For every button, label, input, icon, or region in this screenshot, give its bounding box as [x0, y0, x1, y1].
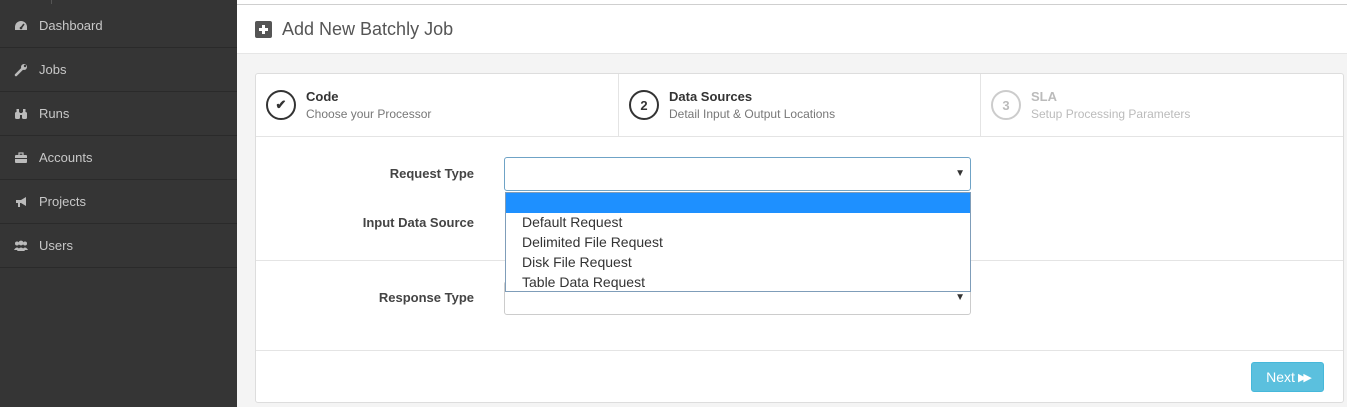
sidebar-item-accounts[interactable]: Accounts	[0, 136, 237, 180]
step-marker: 3	[991, 90, 1021, 120]
input-data-source-label: Input Data Source	[362, 215, 474, 230]
next-button[interactable]: Next ▶▶	[1251, 362, 1324, 392]
sidebar-item-projects[interactable]: Projects	[0, 180, 237, 224]
page-header: Add New Batchly Job	[237, 5, 1347, 54]
dropdown-option-default-request[interactable]: Default Request	[506, 212, 970, 232]
response-type-label: Response Type	[378, 290, 474, 305]
request-type-dropdown: Default Request Delimited File Request D…	[505, 192, 971, 292]
sidebar-item-dashboard[interactable]: Dashboard	[0, 4, 237, 48]
sidebar-item-jobs[interactable]: Jobs	[0, 48, 237, 92]
step-title: Data Sources	[669, 89, 753, 104]
briefcase-icon	[13, 150, 29, 166]
step-description: Detail Input & Output Locations	[669, 107, 836, 121]
caret-down-icon: ▼	[955, 168, 965, 179]
dropdown-option-disk-file-request[interactable]: Disk File Request	[506, 252, 970, 272]
step-description: Choose your Processor	[306, 107, 432, 121]
request-type-select[interactable]: ▼	[504, 157, 971, 191]
request-type-label: Request Type	[389, 166, 474, 181]
caret-down-icon: ▼	[955, 292, 965, 303]
wizard-panel: ✔ Code Choose your Processor 2 Data Sour…	[255, 73, 1344, 403]
sidebar-item-label: Runs	[39, 106, 70, 121]
sidebar-item-label: Accounts	[39, 150, 93, 165]
binoculars-icon	[13, 106, 29, 122]
dropdown-option-table-data-request[interactable]: Table Data Request	[506, 272, 970, 292]
step-marker: 2	[629, 90, 659, 120]
dropdown-option-delimited-file-request[interactable]: Delimited File Request	[506, 232, 970, 252]
step-sla: 3 SLA Setup Processing Parameters	[981, 74, 1343, 137]
sidebar-item-label: Dashboard	[39, 18, 103, 33]
plus-square-icon	[255, 21, 272, 38]
users-icon	[13, 238, 29, 254]
sidebar-item-label: Jobs	[39, 62, 67, 77]
step-description: Setup Processing Parameters	[1031, 107, 1191, 121]
wizard-steps: ✔ Code Choose your Processor 2 Data Sour…	[256, 74, 1343, 137]
step-title: Code	[306, 89, 339, 104]
bullhorn-icon	[13, 194, 29, 210]
step-data-sources[interactable]: 2 Data Sources Detail Input & Output Loc…	[619, 74, 981, 137]
step-code[interactable]: ✔ Code Choose your Processor	[256, 74, 619, 137]
sidebar-item-label: Users	[39, 238, 73, 253]
step-marker: ✔	[266, 90, 296, 120]
next-button-label: Next	[1266, 369, 1295, 385]
footer-divider	[256, 350, 1343, 351]
sidebar-item-label: Projects	[39, 194, 86, 209]
double-chevron-right-icon: ▶▶	[1297, 371, 1312, 384]
dropdown-option-empty[interactable]	[506, 193, 970, 213]
dashboard-icon	[13, 18, 29, 34]
sidebar-item-users[interactable]: Users	[0, 224, 237, 268]
page-title: Add New Batchly Job	[282, 19, 454, 39]
sidebar: Dashboard Jobs Runs Accounts Projects Us…	[0, 0, 237, 407]
step-title: SLA	[1031, 89, 1057, 104]
wrench-icon	[13, 62, 29, 78]
sidebar-item-runs[interactable]: Runs	[0, 92, 237, 136]
